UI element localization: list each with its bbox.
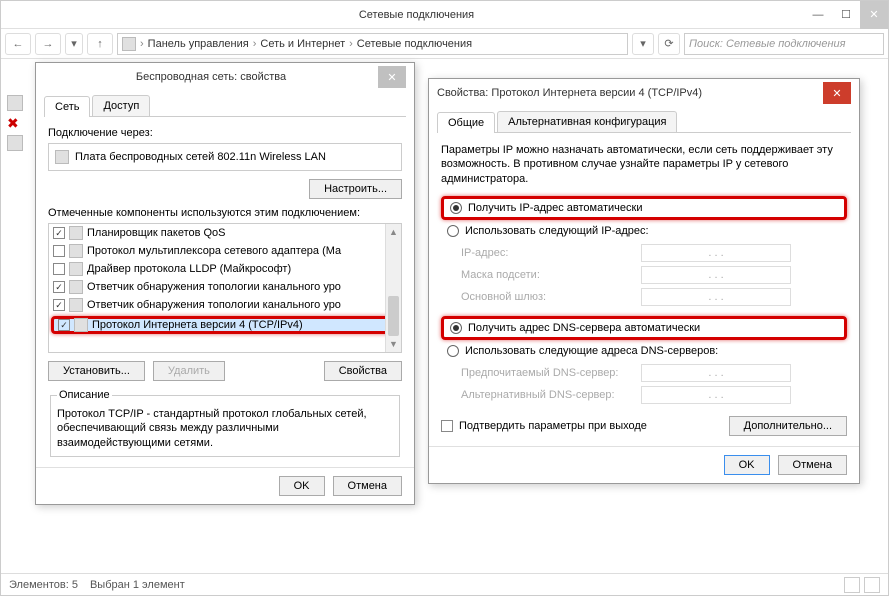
titlebar: Сетевые подключения — ☐ ✕ — [1, 1, 888, 29]
refresh-button[interactable]: ⟳ — [658, 33, 680, 55]
folder-icon — [122, 37, 136, 51]
dlg1-close[interactable]: ✕ — [378, 66, 406, 88]
subnet-mask-field: . . . — [641, 266, 791, 284]
radio-dns-manual[interactable]: Использовать следующие адреса DNS-сервер… — [441, 342, 847, 360]
list-item[interactable]: ✓Ответчик обнаружения топологии канально… — [49, 278, 401, 296]
dlg2-ok[interactable]: OK — [724, 455, 770, 475]
desc-heading: Описание — [57, 389, 112, 401]
radio-icon — [450, 202, 462, 214]
confirm-checkbox[interactable] — [441, 420, 453, 432]
maximize-button[interactable]: ☐ — [832, 1, 860, 29]
components-label: Отмеченные компоненты используются этим … — [48, 207, 402, 219]
ip-address-field: . . . — [641, 244, 791, 262]
install-button[interactable]: Установить... — [48, 361, 145, 381]
dlg1-cancel[interactable]: Отмена — [333, 476, 402, 496]
close-button[interactable]: ✕ — [860, 1, 888, 29]
tab-network[interactable]: Сеть — [44, 96, 90, 117]
radio-icon — [447, 225, 459, 237]
radio-icon — [447, 345, 459, 357]
radio-icon — [450, 322, 462, 334]
organize-icon[interactable] — [7, 95, 23, 111]
bc-seg[interactable]: Панель управления — [148, 38, 249, 50]
dlg1-tabs: Сеть Доступ — [44, 95, 406, 117]
statusbar: Элементов: 5 Выбран 1 элемент — [1, 573, 888, 595]
confirm-label: Подтвердить параметры при выходе — [459, 420, 647, 432]
components-list[interactable]: ✓Планировщик пакетов QoS Протокол мульти… — [48, 223, 402, 353]
dlg2-titlebar: Свойства: Протокол Интернета версии 4 (T… — [429, 79, 859, 107]
adapter-name: Плата беспроводных сетей 802.11n Wireles… — [75, 151, 326, 163]
view-large-icon[interactable] — [864, 577, 880, 593]
bc-seg[interactable]: Сеть и Интернет — [260, 38, 345, 50]
advanced-button[interactable]: Дополнительно... — [729, 416, 847, 436]
bc-dropdown[interactable]: ▾ — [632, 33, 654, 55]
command-bar: ✖ — [7, 91, 27, 531]
dlg2-close[interactable]: ✕ — [823, 82, 851, 104]
scroll-up-icon[interactable]: ▲ — [386, 224, 401, 240]
desc-text: Протокол TCP/IP - стандартный протокол г… — [57, 407, 393, 450]
status-selected: Выбран 1 элемент — [90, 579, 185, 591]
radio-dns-auto[interactable]: Получить адрес DNS-сервера автоматически — [441, 316, 847, 340]
radio-ip-auto[interactable]: Получить IP-адрес автоматически — [441, 196, 847, 220]
properties-button[interactable]: Свойства — [324, 361, 402, 381]
window-title: Сетевые подключения — [29, 9, 804, 21]
scrollbar[interactable]: ▲ ▼ — [385, 224, 401, 352]
list-item[interactable]: ✓Планировщик пакетов QoS — [49, 224, 401, 242]
list-item-tcpip4[interactable]: ✓Протокол Интернета версии 4 (TCP/IPv4) — [51, 316, 399, 334]
configure-button[interactable]: Настроить... — [309, 179, 402, 199]
tab-alternate[interactable]: Альтернативная конфигурация — [497, 111, 677, 132]
view-details-icon[interactable] — [844, 577, 860, 593]
dlg2-tabs: Общие Альтернативная конфигурация — [437, 111, 851, 133]
dlg2-cancel[interactable]: Отмена — [778, 455, 847, 475]
dns-preferred-field: . . . — [641, 364, 791, 382]
disable-icon[interactable]: ✖ — [7, 115, 23, 131]
intro-text: Параметры IP можно назначать автоматичес… — [441, 143, 847, 186]
scroll-thumb[interactable] — [388, 296, 399, 336]
search-input[interactable]: Поиск: Сетевые подключения — [684, 33, 884, 55]
tab-general[interactable]: Общие — [437, 112, 495, 133]
adapter-properties-dialog: Беспроводная сеть: свойства ✕ Сеть Досту… — [35, 62, 415, 505]
nav-down[interactable]: ▾ — [65, 33, 83, 55]
adapter-icon — [55, 150, 69, 164]
list-item[interactable]: ✓Ответчик обнаружения топологии канально… — [49, 296, 401, 314]
nav-up[interactable]: ↑ — [87, 33, 113, 55]
dlg1-titlebar: Беспроводная сеть: свойства ✕ — [36, 63, 414, 91]
dlg2-title: Свойства: Протокол Интернета версии 4 (T… — [437, 87, 823, 99]
nav-back[interactable]: ← — [5, 33, 31, 55]
radio-ip-manual[interactable]: Использовать следующий IP-адрес: — [441, 222, 847, 240]
dns-alternate-field: . . . — [641, 386, 791, 404]
status-count: Элементов: 5 — [9, 579, 78, 591]
navbar: ← → ▾ ↑ › Панель управления › Сеть и Инт… — [1, 29, 888, 59]
diagnose-icon[interactable] — [7, 135, 23, 151]
list-item[interactable]: Протокол мультиплексора сетевого адаптер… — [49, 242, 401, 260]
nav-fwd[interactable]: → — [35, 33, 61, 55]
minimize-button[interactable]: — — [804, 1, 832, 29]
breadcrumb[interactable]: › Панель управления › Сеть и Интернет › … — [117, 33, 628, 55]
ipv4-properties-dialog: Свойства: Протокол Интернета версии 4 (T… — [428, 78, 860, 484]
dlg1-ok[interactable]: OK — [279, 476, 325, 496]
remove-button: Удалить — [153, 361, 225, 381]
dlg1-title: Беспроводная сеть: свойства — [44, 71, 378, 83]
conn-label: Подключение через: — [48, 127, 402, 139]
gateway-field: . . . — [641, 288, 791, 306]
scroll-down-icon[interactable]: ▼ — [386, 336, 401, 352]
tab-sharing[interactable]: Доступ — [92, 95, 150, 116]
list-item[interactable]: Драйвер протокола LLDP (Майкрософт) — [49, 260, 401, 278]
bc-seg[interactable]: Сетевые подключения — [357, 38, 472, 50]
